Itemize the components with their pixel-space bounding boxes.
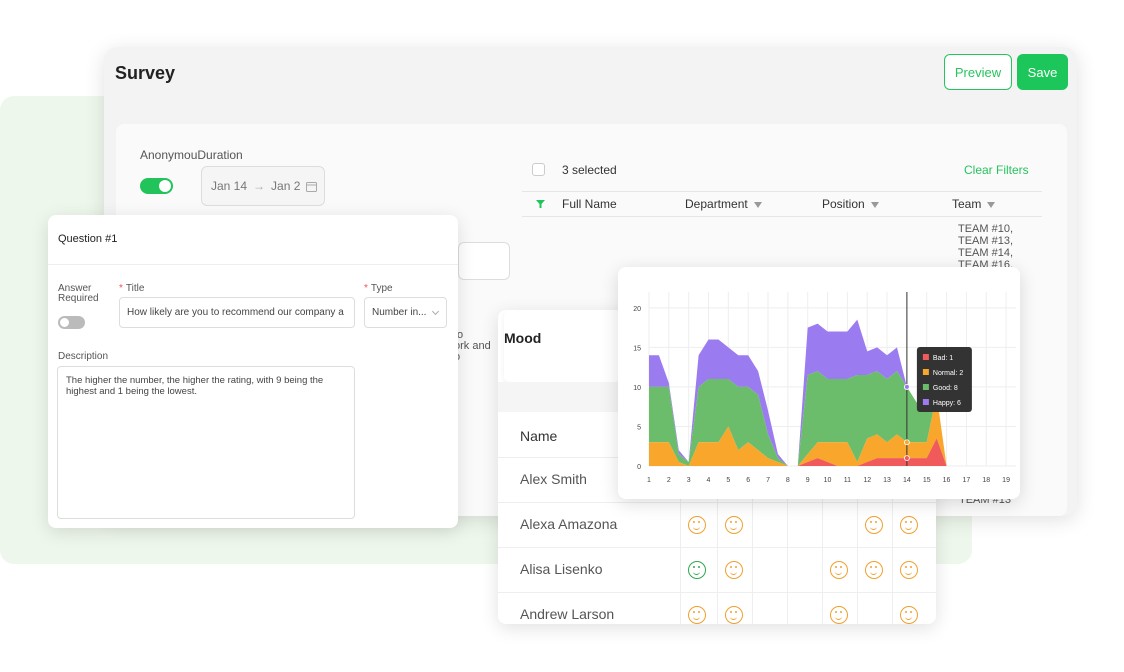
title-label: * Title bbox=[119, 283, 145, 294]
x-tick-label: 19 bbox=[1002, 477, 1010, 484]
mood-chart: 1 2 3 4 5 6 7 8 9 10 11 12 13 14 15 16 17 18 19 0 5 10 15 20 Bad… bbox=[618, 267, 1020, 499]
save-button[interactable]: Save bbox=[1017, 54, 1068, 90]
calendar-icon bbox=[306, 181, 318, 192]
col-position[interactable]: Position bbox=[822, 197, 879, 211]
neutral-face-icon bbox=[900, 516, 918, 534]
x-tick-label: 2 bbox=[667, 477, 671, 484]
x-tick-label: 5 bbox=[726, 477, 730, 484]
selected-count: 3 selected bbox=[562, 163, 617, 177]
chart-svg: 1 2 3 4 5 6 7 8 9 10 11 12 13 14 15 16 17 18 1905101520Bad… bbox=[633, 292, 1016, 484]
neutral-face-icon bbox=[900, 606, 918, 624]
neutral-face-icon bbox=[865, 561, 883, 579]
mood-name-header: Name bbox=[520, 428, 558, 444]
col-department[interactable]: Department bbox=[685, 197, 762, 211]
y-tick-label: 0 bbox=[637, 464, 641, 471]
answer-required-label: Answer Required bbox=[58, 283, 99, 304]
x-tick-label: 17 bbox=[963, 477, 971, 484]
date-start: Jan 14 bbox=[211, 179, 248, 193]
anonymous-duration-label: AnonymouDuration bbox=[140, 148, 243, 162]
y-tick-label: 15 bbox=[633, 345, 641, 352]
crosshair-point bbox=[903, 439, 910, 446]
team-cell: TEAM #10, TEAM #13, TEAM #14, TEAM #16, bbox=[958, 223, 1014, 271]
person-name: Alisa Lisenko bbox=[520, 561, 603, 577]
anonymous-toggle[interactable] bbox=[140, 178, 173, 194]
title-input[interactable]: How likely are you to recommend our comp… bbox=[119, 297, 355, 328]
table-row: Alisa Lisenko bbox=[498, 547, 936, 592]
tooltip-item: Happy: 6 bbox=[933, 400, 961, 407]
x-tick-label: 18 bbox=[982, 477, 990, 484]
neutral-face-icon bbox=[830, 606, 848, 624]
x-tick-label: 13 bbox=[883, 477, 891, 484]
col-team[interactable]: Team bbox=[952, 197, 996, 211]
neutral-face-icon bbox=[688, 606, 706, 624]
question-card: Question #1 Answer Required * Title * Type… bbox=[48, 215, 458, 528]
crosshair-point bbox=[903, 384, 910, 390]
tooltip-item: Normal: 2 bbox=[933, 370, 963, 377]
neutral-face-icon bbox=[900, 561, 918, 579]
x-tick-label: 11 bbox=[844, 477, 851, 484]
x-tick-label: 7 bbox=[766, 477, 770, 484]
x-tick-label: 1 bbox=[647, 477, 651, 484]
tooltip-item: Bad: 1 bbox=[933, 355, 953, 362]
tooltip-swatch bbox=[922, 399, 929, 405]
crosshair-point bbox=[903, 455, 910, 461]
type-select[interactable]: Number in... bbox=[364, 297, 447, 328]
x-tick-label: 12 bbox=[863, 477, 871, 484]
y-tick-label: 5 bbox=[637, 424, 641, 431]
table-row: Alexa Amazona bbox=[498, 502, 936, 547]
clear-filters-link[interactable]: Clear Filters bbox=[964, 163, 1029, 177]
mood-title: Mood bbox=[504, 330, 542, 346]
filter-icon[interactable] bbox=[753, 201, 762, 208]
x-tick-label: 6 bbox=[746, 477, 750, 484]
description-textarea[interactable]: The higher the number, the higher the ra… bbox=[57, 366, 355, 519]
x-tick-label: 3 bbox=[687, 477, 691, 484]
filter-active-icon[interactable] bbox=[536, 200, 545, 208]
neutral-face-icon bbox=[688, 516, 706, 534]
y-tick-label: 20 bbox=[633, 306, 641, 313]
x-tick-label: 14 bbox=[903, 477, 911, 484]
person-name: Andrew Larson bbox=[520, 606, 615, 622]
date-range-picker[interactable]: Jan 14 → Jan 2 bbox=[201, 166, 325, 206]
x-tick-label: 10 bbox=[824, 477, 832, 484]
filter-icon[interactable] bbox=[870, 201, 879, 208]
person-name: Alex Smith bbox=[520, 471, 587, 487]
table-row: Andrew Larson bbox=[498, 592, 936, 624]
arrow-right-icon: → bbox=[253, 179, 266, 193]
neutral-face-icon bbox=[725, 516, 743, 534]
tooltip-swatch bbox=[922, 354, 929, 360]
y-tick-label: 10 bbox=[633, 385, 641, 392]
question-title: Question #1 bbox=[58, 233, 118, 245]
x-tick-label: 9 bbox=[806, 477, 810, 484]
select-all-checkbox[interactable] bbox=[532, 163, 545, 176]
neutral-face-icon bbox=[725, 606, 743, 624]
neutral-face-icon bbox=[725, 561, 743, 579]
x-tick-label: 16 bbox=[943, 477, 951, 484]
person-name: Alexa Amazona bbox=[520, 516, 618, 532]
text-input[interactable] bbox=[458, 242, 510, 280]
date-end: Jan 2 bbox=[271, 179, 301, 193]
neutral-face-icon bbox=[865, 516, 883, 534]
preview-button[interactable]: Preview bbox=[944, 54, 1012, 90]
filter-icon[interactable] bbox=[987, 201, 996, 208]
x-tick-label: 15 bbox=[923, 477, 931, 484]
tooltip-swatch bbox=[922, 369, 929, 375]
answer-required-toggle[interactable] bbox=[58, 316, 85, 329]
neutral-face-icon bbox=[830, 561, 848, 579]
page-title: Survey bbox=[115, 63, 176, 83]
col-full-name[interactable]: Full Name bbox=[562, 197, 617, 211]
table-header: Full Name Department Position Team bbox=[522, 191, 1042, 217]
mood-header bbox=[504, 310, 620, 382]
description-label: Description bbox=[58, 351, 109, 362]
happy-face-icon bbox=[688, 561, 706, 579]
type-label: * Type bbox=[364, 283, 393, 294]
x-tick-label: 8 bbox=[786, 477, 790, 484]
tooltip-item: Good: 8 bbox=[933, 385, 958, 392]
chevron-down-icon bbox=[431, 307, 440, 316]
tooltip-swatch bbox=[922, 384, 929, 390]
x-tick-label: 4 bbox=[707, 477, 711, 484]
divider bbox=[48, 264, 458, 265]
